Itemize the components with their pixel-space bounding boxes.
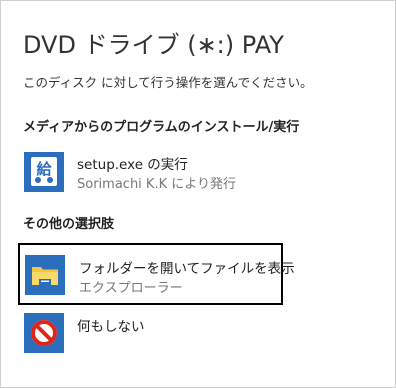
autoplay-dialog: DVD ドライブ (∗:) PAY このディスク に対して行う操作を選んでくださ… — [0, 0, 396, 388]
section-heading-install: メディアからのプログラムのインストール/実行 — [23, 120, 300, 135]
option-take-no-action-label: 何もしない — [77, 319, 145, 335]
dialog-prompt: このディスク に対して行う操作を選んでください。 — [23, 75, 313, 90]
option-open-folder[interactable]: フォルダーを開いてファイルを表示 エクスプローラー — [18, 243, 295, 305]
prohibited-icon — [24, 313, 64, 353]
option-run-setup[interactable]: 給 setup.exe の実行 Sorimachi K.K により発行 — [18, 147, 283, 197]
dialog-title: DVD ドライブ (∗:) PAY — [23, 31, 284, 59]
option-take-no-action[interactable]: 何もしない — [18, 309, 283, 355]
option-run-setup-label: setup.exe の実行 — [77, 157, 188, 173]
option-open-folder-app: エクスプローラー — [79, 281, 183, 296]
folder-icon — [25, 255, 65, 295]
installer-app-icon: 給 — [24, 152, 64, 192]
option-open-folder-label: フォルダーを開いてファイルを表示 — [79, 261, 295, 277]
section-heading-other: その他の選択肢 — [23, 217, 115, 232]
installer-app-glyph: 給 — [36, 160, 52, 178]
option-run-setup-publisher: Sorimachi K.K により発行 — [77, 177, 236, 192]
